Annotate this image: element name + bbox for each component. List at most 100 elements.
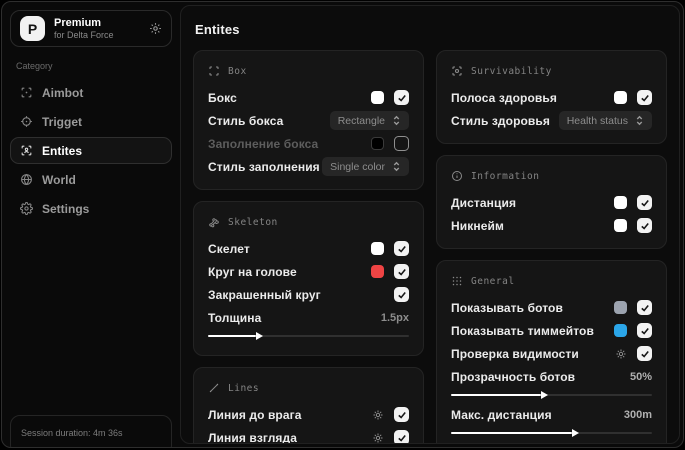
setting-label: Линия взгляда: [208, 430, 298, 444]
setting-label: Показывать ботов: [451, 300, 563, 315]
session-duration-card: Session duration: 4m 36s: [10, 415, 172, 447]
setting-label: Толщина: [208, 311, 262, 325]
sidebar: P Premium for Delta Force Category Aimbo…: [2, 2, 180, 447]
setting-row-health-bar: Полоса здоровья: [451, 86, 652, 109]
setting-label: Показывать тиммейтов: [451, 323, 594, 338]
slider-value: 50%: [629, 371, 652, 383]
select-value: Single color: [330, 160, 385, 173]
app-window: P Premium for Delta Force Category Aimbo…: [1, 1, 684, 448]
setting-label: Скелет: [208, 241, 250, 256]
setting-row-fill-style: Стиль заполнения Single color: [208, 155, 409, 178]
section-title: Information: [471, 170, 540, 182]
setting-row-box-enable: Бокс: [208, 86, 409, 109]
target-icon: [20, 115, 33, 128]
setting-label: Круг на голове: [208, 264, 297, 279]
section-title: Survivability: [471, 65, 552, 77]
checkbox[interactable]: [394, 90, 409, 105]
slider-value: 1.5px: [380, 312, 409, 324]
color-swatch[interactable]: [614, 301, 627, 314]
scan-person-icon: [20, 144, 33, 157]
checkbox[interactable]: [394, 287, 409, 302]
sidebar-item-settings[interactable]: Settings: [10, 195, 172, 222]
gear-icon: [20, 202, 33, 215]
section-title: Box: [228, 65, 247, 77]
setting-row-box-fill: Заполнение бокса: [208, 132, 409, 155]
page-title: Entites: [195, 22, 240, 37]
info-circle-icon: [451, 170, 463, 182]
setting-row-enemy-line: Линия до врага: [208, 403, 409, 426]
box-style-select[interactable]: Rectangle: [329, 111, 409, 130]
sidebar-item-label: World: [42, 172, 76, 187]
checkbox[interactable]: [637, 90, 652, 105]
setting-label: Полоса здоровья: [451, 90, 557, 105]
checkbox[interactable]: [637, 218, 652, 233]
sidebar-item-label: Trigget: [42, 114, 83, 129]
checkbox[interactable]: [394, 407, 409, 422]
survivability-card: Survivability Полоса здоровья Стиль здор…: [436, 50, 667, 144]
row-gear-icon[interactable]: [372, 432, 384, 444]
sidebar-item-trigget[interactable]: Trigget: [10, 108, 172, 135]
setting-row-box-style: Стиль бокса Rectangle: [208, 109, 409, 132]
chevrons-up-down-icon: [635, 115, 644, 126]
thickness-slider[interactable]: [208, 332, 409, 340]
checkbox[interactable]: [637, 346, 652, 361]
row-gear-icon[interactable]: [372, 409, 384, 421]
color-swatch[interactable]: [371, 137, 384, 150]
checkbox[interactable]: [637, 300, 652, 315]
sidebar-item-aimbot[interactable]: Aimbot: [10, 79, 172, 106]
fill-style-select[interactable]: Single color: [322, 157, 409, 176]
health-style-select[interactable]: Health status: [558, 111, 652, 130]
chevrons-up-down-icon: [392, 115, 401, 126]
slider-thumb[interactable]: [571, 429, 579, 437]
color-swatch[interactable]: [371, 91, 384, 104]
setting-label: Проверка видимости: [451, 346, 579, 361]
section-title: Skeleton: [228, 216, 278, 228]
max-distance-slider[interactable]: [451, 429, 652, 437]
section-title: Lines: [228, 382, 260, 394]
brand-logo: P: [20, 16, 45, 41]
row-gear-icon[interactable]: [615, 348, 627, 360]
skeleton-card: Skeleton Скелет Круг на голове Закрашенн…: [193, 201, 424, 356]
setting-row-show-teammates: Показывать тиммейтов: [451, 319, 652, 342]
information-card: Information Дистанция Никнейм: [436, 155, 667, 249]
checkbox[interactable]: [394, 136, 409, 151]
brand-card: P Premium for Delta Force: [10, 10, 172, 47]
setting-label: Линия до врага: [208, 407, 302, 422]
setting-row-head-circle: Круг на голове: [208, 260, 409, 283]
session-duration-label: Session duration: 4m 36s: [21, 428, 123, 438]
slider-thumb[interactable]: [541, 391, 549, 399]
setting-row-nickname: Никнейм: [451, 214, 652, 237]
sidebar-item-world[interactable]: World: [10, 166, 172, 193]
checkbox[interactable]: [637, 323, 652, 338]
color-swatch[interactable]: [614, 324, 627, 337]
settings-gear-icon[interactable]: [149, 22, 162, 35]
checkbox[interactable]: [637, 195, 652, 210]
setting-row-filled-circle: Закрашенный круг: [208, 283, 409, 306]
setting-label: Стиль заполнения: [208, 159, 320, 174]
sidebar-item-label: Settings: [42, 201, 90, 216]
color-swatch[interactable]: [371, 242, 384, 255]
section-title: General: [471, 275, 515, 287]
slider-thumb[interactable]: [256, 332, 264, 340]
checkbox[interactable]: [394, 430, 409, 443]
setting-row-skeleton-enable: Скелет: [208, 237, 409, 260]
diagonal-line-icon: [208, 382, 220, 394]
color-swatch[interactable]: [614, 196, 627, 209]
color-swatch[interactable]: [371, 265, 384, 278]
color-swatch[interactable]: [614, 91, 627, 104]
sidebar-item-label: Entites: [42, 143, 83, 158]
color-swatch[interactable]: [614, 219, 627, 232]
brand-title: Premium: [54, 17, 102, 29]
setting-label: Макс. дистанция: [451, 408, 552, 422]
setting-row-health-style: Стиль здоровья Health status: [451, 109, 652, 132]
scan-brackets-icon: [208, 65, 220, 77]
main-panel: Entites Box Бокс Стиль бокса Rectangle З…: [180, 5, 680, 444]
setting-label: Стиль здоровья: [451, 113, 550, 128]
sidebar-item-entites[interactable]: Entites: [10, 137, 172, 164]
general-card: General Показывать ботов Показывать тимм…: [436, 260, 667, 443]
checkbox[interactable]: [394, 241, 409, 256]
bot-opacity-slider[interactable]: [451, 391, 652, 399]
category-label: Category: [16, 61, 53, 71]
checkbox[interactable]: [394, 264, 409, 279]
box-card: Box Бокс Стиль бокса Rectangle Заполнени…: [193, 50, 424, 190]
